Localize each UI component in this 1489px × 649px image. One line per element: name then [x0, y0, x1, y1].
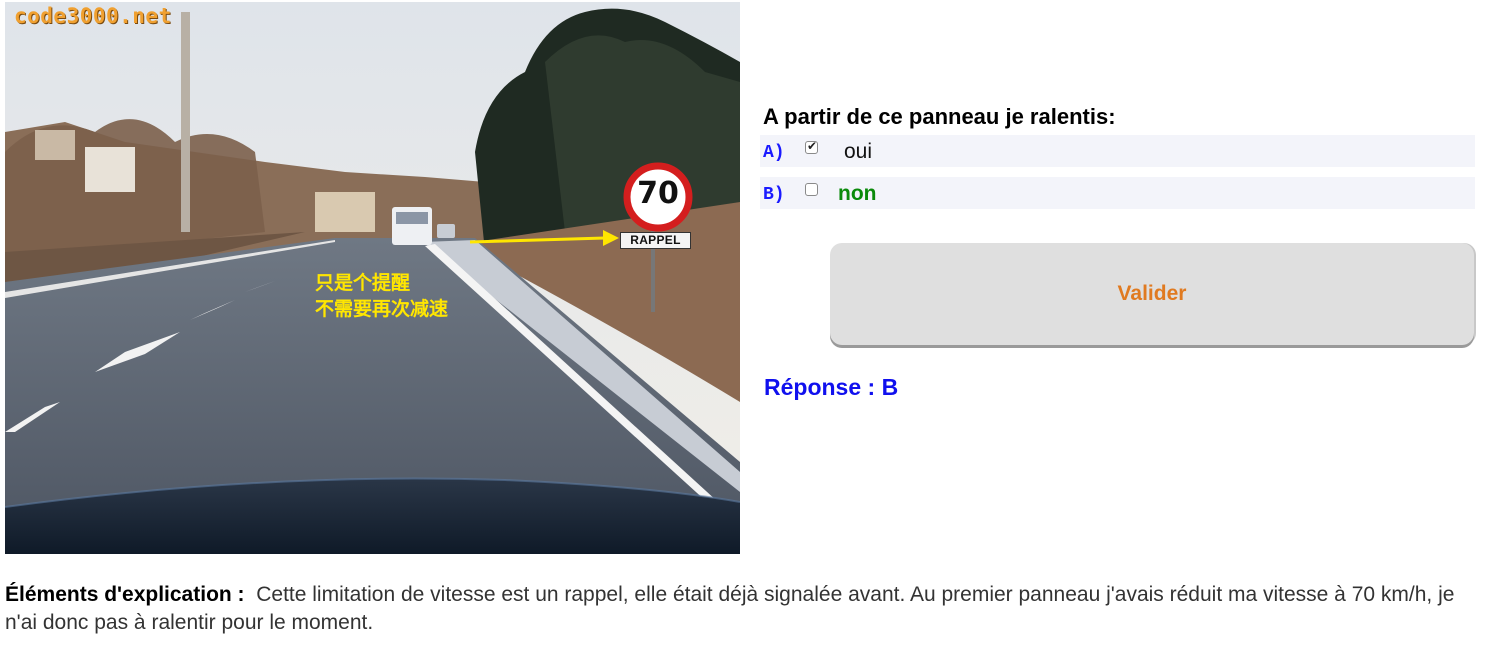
road-photo: code3000.net 70 RAPPEL 只是个提醒 不需要再次减速: [5, 2, 740, 554]
speed-sign-value: 70: [637, 176, 679, 211]
option-a[interactable]: A) oui: [760, 135, 1475, 167]
option-a-checkbox[interactable]: [805, 139, 818, 154]
sign-plate-text: RAPPEL: [620, 232, 691, 249]
option-label: oui: [844, 140, 873, 163]
option-letter: B): [763, 185, 785, 205]
option-b-checkbox[interactable]: [805, 183, 818, 196]
option-letter: A): [763, 143, 785, 163]
answer-text: Réponse : B: [764, 374, 899, 400]
annotation-line-1: 只是个提醒: [315, 272, 411, 294]
explanation: Éléments d'explication : Cette limitatio…: [5, 581, 1475, 637]
watermark-text: code3000.net: [14, 4, 172, 28]
option-label: non: [838, 182, 877, 205]
validate-button[interactable]: Valider: [830, 243, 1474, 345]
question-text: A partir de ce panneau je ralentis:: [763, 104, 1116, 129]
explanation-label: Éléments d'explication :: [5, 583, 245, 606]
annotation-line-2: 不需要再次减速: [315, 298, 449, 320]
option-b[interactable]: B) non: [760, 177, 1475, 209]
photo-annotation: 只是个提醒 不需要再次减速: [315, 270, 448, 322]
